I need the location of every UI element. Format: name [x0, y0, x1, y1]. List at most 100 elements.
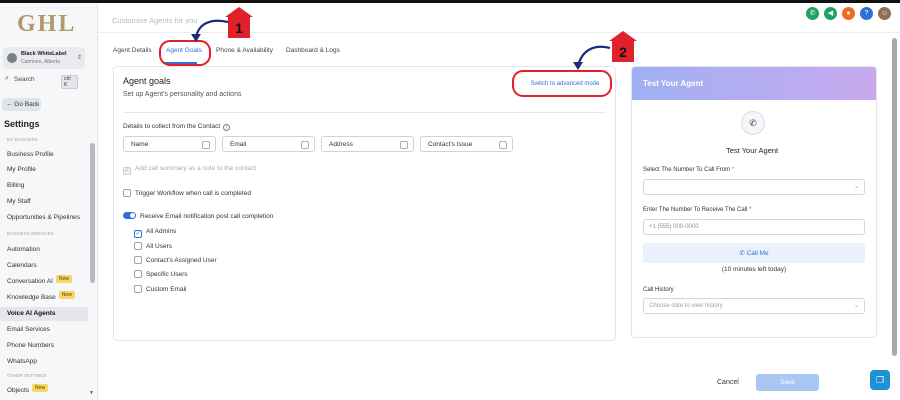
sidebar-item-voice-ai-agents[interactable]: Voice AI Agents: [0, 307, 88, 321]
sidebar-item-label: Opportunities & Pipelines: [7, 214, 80, 221]
sidebar-item-opportunities[interactable]: Opportunities & Pipelines: [0, 211, 88, 225]
chat-icon[interactable]: ❐: [870, 370, 890, 390]
sidebar-item-label: Calendars: [7, 262, 37, 269]
agent-goals-title: Agent goals: [123, 76, 171, 86]
info-icon[interactable]: i: [223, 124, 231, 131]
help-icon[interactable]: ?: [860, 7, 873, 20]
recipient-all-users[interactable]: All Users: [134, 242, 172, 250]
tab-agent-details[interactable]: Agent Details: [113, 47, 152, 54]
main-scrollbar[interactable]: [892, 38, 897, 356]
annotation-number: 1: [235, 20, 243, 36]
recipient-custom-email[interactable]: Custom Email: [134, 285, 186, 293]
sidebar-item-label: My Profile: [7, 166, 36, 173]
tab-phone-availability[interactable]: Phone & Availability: [216, 47, 273, 54]
save-button[interactable]: Save: [756, 374, 819, 391]
trigger-workflow-checkbox[interactable]: [123, 189, 131, 197]
tab-dashboard-logs[interactable]: Dashboard & Logs: [286, 47, 340, 54]
cancel-button[interactable]: Cancel: [717, 379, 739, 386]
trigger-workflow-option[interactable]: Trigger Workflow when call is completed: [123, 189, 251, 197]
collect-label-text: Details to collect from the Contact: [123, 123, 221, 130]
section-other-settings: OTHER SETTINGS: [7, 373, 47, 378]
sidebar-item-phone-numbers[interactable]: Phone Numbers: [0, 339, 88, 353]
sidebar-item-email-services[interactable]: Email Services: [0, 323, 88, 337]
chip-checkbox[interactable]: [202, 141, 210, 149]
annotation-arrow-1: [191, 19, 229, 42]
chip-checkbox[interactable]: [400, 141, 408, 149]
sidebar-item-whatsapp[interactable]: WhatsApp: [0, 355, 88, 369]
sidebar-item-automation[interactable]: Automation: [0, 243, 88, 257]
account-switcher[interactable]: Black WhiteLabel Canmore, Alberta ⇕: [3, 47, 85, 69]
call-summary-option[interactable]: ✓ Add call summary as a note to the conta…: [123, 165, 256, 175]
sidebar-item-label: Email Services: [7, 326, 50, 333]
search-shortcut: ctrl K: [61, 75, 78, 89]
megaphone-icon[interactable]: ◀: [824, 7, 837, 20]
sidebar-item-business-profile[interactable]: Business Profile: [0, 148, 88, 162]
annotation-number: 2: [619, 44, 627, 60]
chevron-updown-icon: ⇕: [76, 55, 82, 61]
sidebar-item-label: Conversation AI: [7, 278, 53, 285]
history-placeholder: Choose date to view history: [649, 303, 723, 309]
field-chip-email[interactable]: Email: [222, 136, 315, 152]
chip-label: Contact's Issue: [428, 141, 473, 148]
ghl-logo[interactable]: GHL: [17, 11, 76, 38]
email-notification-toggle[interactable]: [123, 212, 136, 219]
account-location: Canmore, Alberta: [21, 59, 60, 65]
field-chip-address[interactable]: Address: [321, 136, 414, 152]
sidebar-item-label: WhatsApp: [7, 358, 37, 365]
field-chip-name[interactable]: Name: [123, 136, 216, 152]
option-label: Custom Email: [146, 286, 187, 293]
sidebar-item-my-staff[interactable]: My Staff: [0, 195, 88, 209]
sidebar-item-label: My Staff: [7, 198, 31, 205]
email-notification-option[interactable]: Receive Email notification post call com…: [123, 212, 273, 220]
option-label: All Admins: [146, 228, 177, 235]
phone-icon[interactable]: ✆: [806, 7, 819, 20]
sidebar-item-label: Billing: [7, 182, 25, 189]
sidebar-item-objects[interactable]: Objects New: [0, 384, 88, 398]
recipient-all-admins[interactable]: ✓ All Admins: [134, 228, 176, 238]
sidebar-item-knowledge-base[interactable]: Knowledge Base New: [0, 291, 88, 305]
recipient-checkbox[interactable]: [134, 242, 142, 250]
recipient-checkbox[interactable]: [134, 256, 142, 264]
sidebar-scrollbar[interactable]: [90, 143, 95, 283]
sidebar-item-label: Business Profile: [7, 151, 54, 158]
sidebar-item-conversation-ai[interactable]: Conversation AI New: [0, 275, 88, 289]
receive-number-input[interactable]: +1 (555) 000-0000: [643, 219, 865, 235]
sidebar-item-label: Knowledge Base: [7, 294, 56, 301]
recipient-checkbox[interactable]: [134, 270, 142, 278]
call-me-button[interactable]: ✆ Call Me: [643, 243, 865, 263]
chip-checkbox[interactable]: [499, 141, 507, 149]
field-label-text: Enter The Number To Receive The Call: [643, 207, 748, 213]
annotation-badge-2: 2: [609, 31, 637, 62]
call-from-select[interactable]: ⌄: [643, 179, 865, 195]
section-my-business: MY BUSINESS: [7, 137, 38, 142]
recipient-checkbox[interactable]: ✓: [134, 230, 142, 238]
call-history-label: Call History: [643, 287, 674, 293]
option-label: Contact's Assigned User: [146, 257, 217, 264]
field-chip-contacts-issue[interactable]: Contact's Issue: [420, 136, 513, 152]
account-avatar: [7, 53, 17, 63]
new-badge: New: [55, 275, 72, 283]
sidebar-search[interactable]: ⌕ Search ctrl K: [3, 74, 78, 89]
call-history-select[interactable]: Choose date to view history ⌄: [643, 298, 865, 314]
recipient-specific-users[interactable]: Specific Users: [134, 270, 188, 278]
field-label-text: Select The Number To Call From: [643, 167, 731, 173]
sidebar-item-my-profile[interactable]: My Profile: [0, 163, 88, 177]
recipient-checkbox[interactable]: [134, 285, 142, 293]
sidebar-item-billing[interactable]: Billing: [0, 179, 88, 193]
chip-label: Name: [131, 141, 149, 148]
search-icon: ⌕: [5, 75, 9, 82]
scroll-down-icon[interactable]: ▼: [89, 390, 94, 396]
go-back-button[interactable]: ← Go Back: [2, 98, 41, 111]
chip-checkbox[interactable]: [301, 141, 309, 149]
search-label: Search: [14, 76, 35, 83]
account-name: Black WhiteLabel: [21, 51, 67, 57]
bell-icon[interactable]: ●: [842, 7, 855, 20]
option-label: All Users: [146, 243, 173, 250]
chevron-down-icon: ⌄: [853, 184, 859, 190]
settings-title: Settings: [4, 119, 40, 129]
call-summary-checkbox[interactable]: ✓: [123, 167, 131, 175]
sidebar-item-calendars[interactable]: Calendars: [0, 259, 88, 273]
recipient-assigned-user[interactable]: Contact's Assigned User: [134, 256, 217, 264]
sidebar: GHL Black WhiteLabel Canmore, Alberta ⇕ …: [0, 3, 98, 400]
user-avatar[interactable]: ☺: [878, 7, 891, 20]
